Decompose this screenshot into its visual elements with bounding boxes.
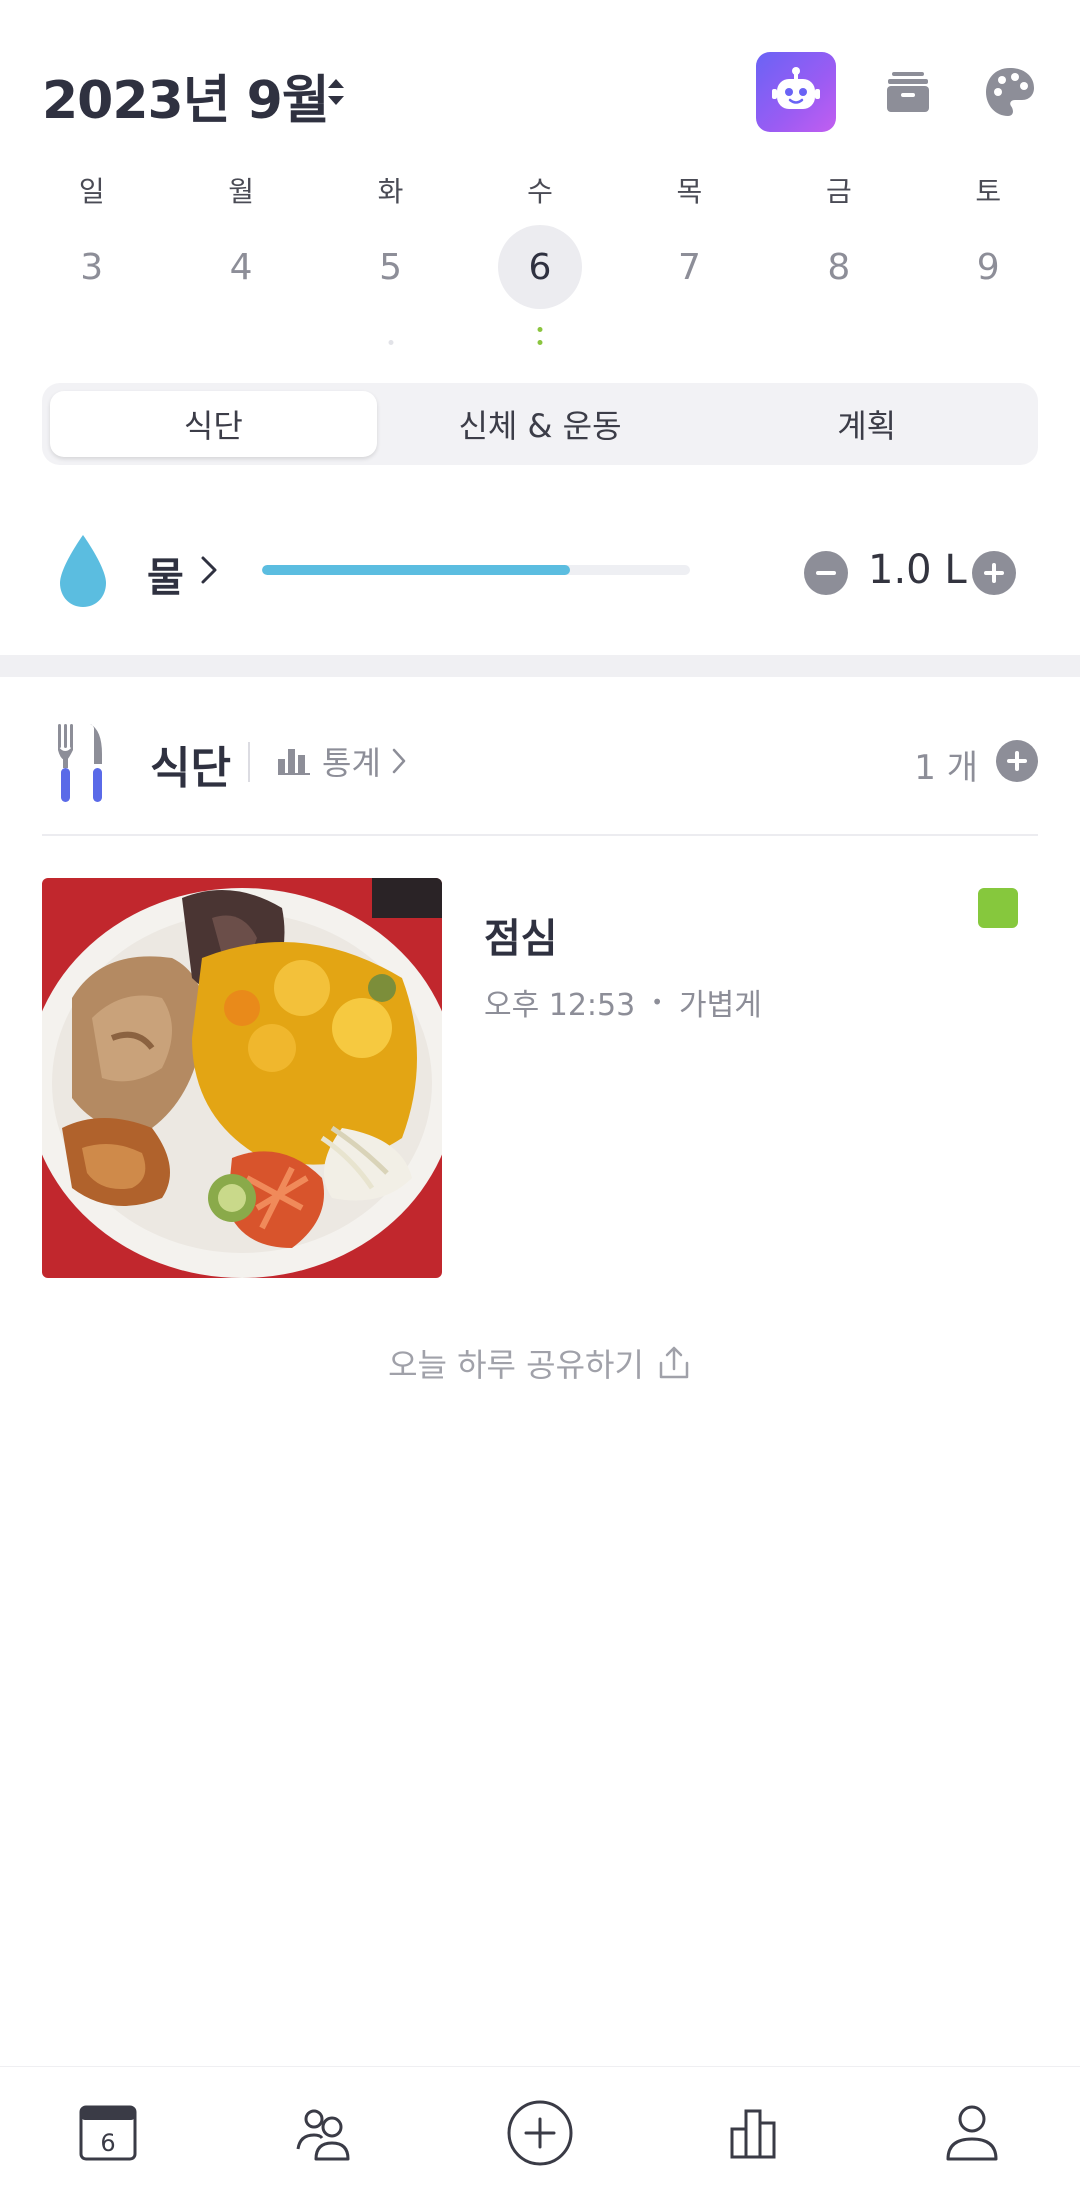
water-label[interactable]: 물 — [147, 545, 184, 603]
theme-button[interactable] — [978, 60, 1042, 124]
day-wed[interactable]: 수 6 — [465, 170, 614, 350]
chevron-right-icon[interactable] — [200, 555, 218, 585]
nav-community[interactable] — [216, 2067, 432, 2199]
diet-section-header: 식단 통계 1 개 — [42, 720, 1038, 802]
bottom-navigation: 6 — [0, 2066, 1080, 2199]
nav-calendar[interactable]: 6 — [0, 2067, 216, 2199]
add-circle-icon — [507, 2100, 573, 2166]
day-fri[interactable]: 금 8 — [764, 170, 913, 350]
activity-dot — [537, 327, 543, 332]
segmented-tabs: 식단 신체 & 운동 계획 — [42, 383, 1038, 465]
sort-toggle-icon[interactable] — [324, 72, 348, 112]
divider — [42, 834, 1038, 836]
chevron-right-icon — [392, 748, 406, 774]
water-amount: 1.0 L — [868, 547, 967, 593]
archive-button[interactable] — [876, 60, 940, 124]
day-mon[interactable]: 월 4 — [166, 170, 315, 350]
add-meal-icon[interactable] — [996, 740, 1038, 782]
meal-size: 가볍게 — [679, 988, 762, 1023]
day-name: 화 — [377, 175, 404, 208]
nav-stats[interactable] — [648, 2067, 864, 2199]
meal-card[interactable]: 점심 오후 12:53 • 가볍게 — [42, 878, 1038, 1278]
stats-link[interactable]: 통계 — [278, 738, 407, 784]
nav-profile[interactable] — [864, 2067, 1080, 2199]
day-number: 7 — [677, 246, 701, 288]
robot-icon — [772, 67, 820, 109]
meal-name: 점심 — [484, 916, 558, 962]
share-day-button[interactable]: 오늘 하루 공유하기 — [0, 1340, 1080, 1386]
tab-body-exercise[interactable]: 신체 & 운동 — [377, 391, 704, 457]
water-progress-bar — [262, 565, 690, 575]
share-icon — [659, 1346, 689, 1379]
week-strip: 일 3 월 4 화 5 수 6 목 7 금 8 토 9 — [17, 170, 1063, 350]
tab-plan[interactable]: 계획 — [703, 391, 1030, 457]
section-divider — [0, 655, 1080, 677]
plus-icon[interactable] — [972, 551, 1016, 595]
diet-title: 식단 — [150, 743, 231, 794]
fork-knife-icon — [58, 724, 102, 802]
profile-icon — [946, 2105, 998, 2161]
palette-icon — [986, 68, 1034, 116]
water-tracker: 물 1.0 L — [42, 525, 1038, 620]
activity-dot — [537, 340, 543, 345]
month-title[interactable]: 2023년 9월 — [42, 58, 330, 133]
calendar-day-number: 6 — [100, 2129, 115, 2157]
day-tue[interactable]: 화 5 — [316, 170, 465, 350]
water-progress-fill — [262, 565, 571, 575]
day-number: 5 — [379, 246, 402, 288]
day-thu[interactable]: 목 7 — [615, 170, 764, 350]
day-number: 3 — [80, 246, 104, 288]
calendar-icon: 6 — [79, 2105, 137, 2161]
meal-meta: 오후 12:53 • 가볍게 — [484, 980, 762, 1024]
day-name: 일 — [78, 175, 105, 208]
header: 2023년 9월 — [42, 52, 1042, 132]
minus-icon[interactable] — [804, 551, 848, 595]
nav-add[interactable] — [432, 2067, 648, 2199]
meal-time: 오후 12:53 — [484, 988, 636, 1023]
day-number: 8 — [827, 246, 851, 288]
activity-dot — [388, 340, 394, 345]
meal-photo[interactable] — [42, 878, 442, 1278]
day-number-selected: 6 — [497, 225, 582, 309]
day-number: 9 — [976, 246, 1000, 288]
day-sun[interactable]: 일 3 — [17, 170, 166, 350]
day-number: 4 — [229, 246, 253, 288]
community-icon — [296, 2109, 350, 2161]
share-label: 오늘 하루 공유하기 — [388, 1346, 644, 1384]
meal-status-badge — [978, 888, 1018, 928]
stats-label: 통계 — [322, 744, 381, 782]
separator-dot: • — [651, 990, 663, 1014]
day-name: 월 — [228, 175, 255, 208]
day-name: 금 — [825, 175, 852, 208]
day-name: 토 — [975, 175, 1002, 208]
meal-count: 1 개 — [914, 748, 978, 788]
stats-icon — [730, 2109, 776, 2159]
archive-icon — [887, 72, 929, 112]
header-actions — [756, 52, 1042, 132]
bar-chart-icon — [278, 749, 310, 775]
ai-assistant-button[interactable] — [756, 52, 836, 132]
day-name: 수 — [527, 175, 553, 208]
divider — [248, 742, 250, 782]
water-drop-icon — [60, 535, 106, 607]
food-photo — [42, 878, 442, 1278]
day-name: 목 — [676, 175, 703, 208]
tab-diet[interactable]: 식단 — [50, 391, 377, 457]
day-sat[interactable]: 토 9 — [914, 170, 1063, 350]
